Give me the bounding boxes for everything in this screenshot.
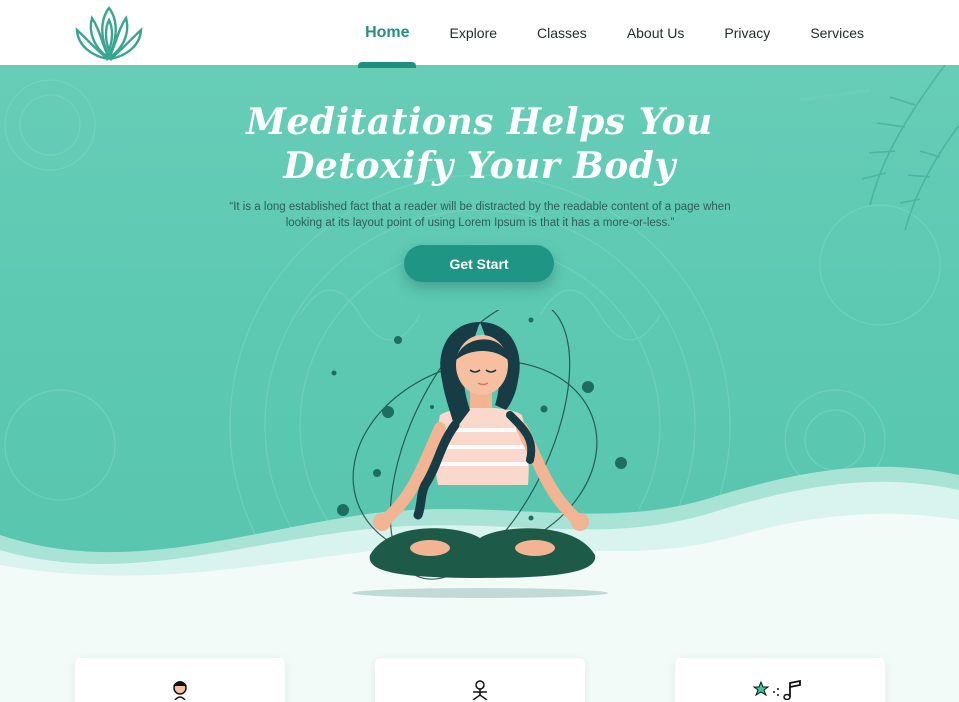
feature-card[interactable] [75,658,285,702]
hero-title: Meditations Helps You Detoxify Your Body [0,100,959,188]
feature-card[interactable] [675,658,885,702]
hero-title-line-2: Detoxify Your Body [283,145,676,187]
get-start-button[interactable]: Get Start [404,245,554,282]
nav-item-classes[interactable]: Classes [517,0,607,65]
nav-item-about-us[interactable]: About Us [607,0,705,65]
nav-item-home[interactable]: Home [345,0,429,65]
main-nav: Home Explore Classes About Us Privacy Se… [345,0,884,65]
meditating-person-icon [173,681,187,700]
star-music-note-icon [752,680,801,700]
site-header: Home Explore Classes About Us Privacy Se… [0,0,959,65]
feature-card[interactable] [375,658,585,702]
yoga-pose-icon [472,680,488,700]
lotus-logo-icon[interactable] [72,4,146,62]
meditating-woman-illustration [331,310,627,598]
nav-item-privacy[interactable]: Privacy [704,0,790,65]
hero-section: Meditations Helps You Detoxify Your Body… [0,65,959,702]
hero-description: “It is a long established fact that a re… [229,201,731,229]
hero-title-line-1: Meditations Helps You [246,101,713,143]
nav-item-services[interactable]: Services [790,0,884,65]
nav-item-explore[interactable]: Explore [430,0,517,65]
